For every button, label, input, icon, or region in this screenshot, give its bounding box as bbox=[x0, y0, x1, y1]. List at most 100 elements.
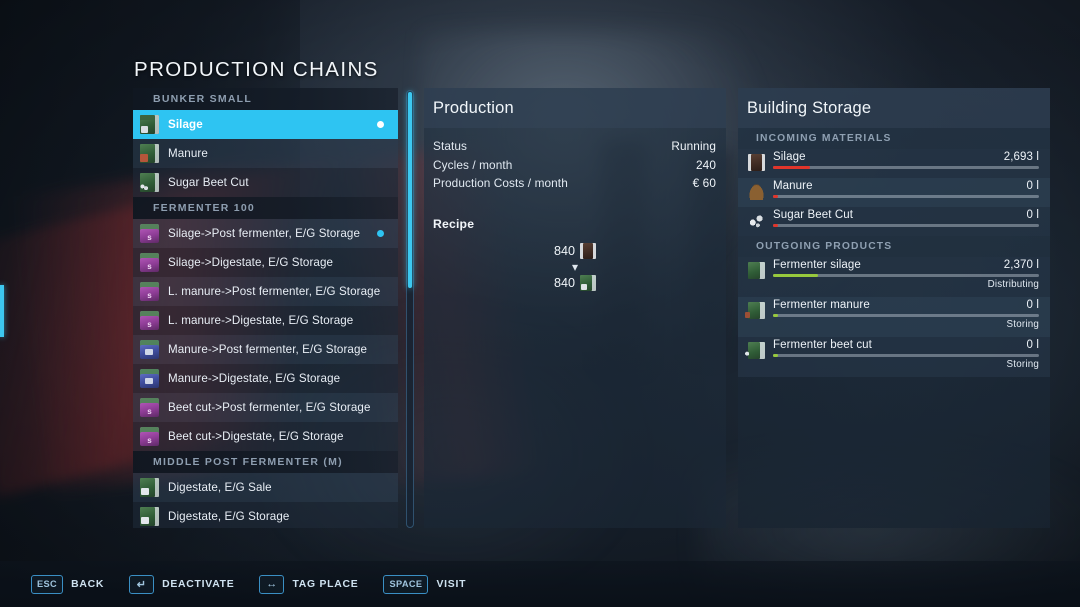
beet-storage-icon bbox=[748, 212, 765, 229]
storage-item: Silage2,693 l bbox=[738, 149, 1050, 178]
fermenter-silage-icon bbox=[140, 311, 159, 330]
list-item[interactable]: Beet cut->Digestate, E/G Storage bbox=[133, 422, 398, 451]
list-item[interactable]: Manure bbox=[133, 139, 398, 168]
list-item-label: Beet cut->Post fermenter, E/G Storage bbox=[168, 401, 371, 414]
storage-item-name: Sugar Beet Cut bbox=[773, 209, 853, 221]
production-stat-value: € 60 bbox=[693, 176, 716, 190]
fermenter-silage-icon bbox=[140, 253, 159, 272]
list-item-label: L. manure->Post fermenter, E/G Storage bbox=[168, 285, 380, 298]
storage-item: Fermenter silage2,370 lDistributing bbox=[738, 257, 1050, 297]
storage-fill-bar-value bbox=[773, 274, 818, 277]
recipe-heading: Recipe bbox=[433, 217, 726, 231]
list-item[interactable]: Digestate, E/G Sale bbox=[133, 473, 398, 502]
fermenter-manure-storage-icon bbox=[748, 302, 765, 319]
storage-item-amount: 0 l bbox=[1027, 299, 1039, 311]
storage-fill-bar bbox=[773, 314, 1039, 317]
list-item[interactable]: Silage->Digestate, E/G Storage bbox=[133, 248, 398, 277]
list-item-label: Silage bbox=[168, 118, 203, 131]
storage-item-body: Fermenter silage2,370 lDistributing bbox=[773, 257, 1039, 290]
storage-item-name: Silage bbox=[773, 151, 806, 163]
storage-item-header: Silage2,693 l bbox=[773, 151, 1039, 163]
key-hint[interactable]: SPACEVISIT bbox=[383, 575, 466, 594]
incoming-materials-header: INCOMING MATERIALS bbox=[738, 128, 1050, 149]
list-group-header: MIDDLE POST FERMENTER (M) bbox=[133, 451, 398, 473]
storage-item-name: Fermenter beet cut bbox=[773, 339, 872, 351]
list-item[interactable]: Silage bbox=[133, 110, 398, 139]
silage-storage-icon bbox=[748, 154, 765, 171]
key-hint-label: BACK bbox=[71, 579, 104, 590]
storage-item-status: Storing bbox=[773, 359, 1039, 370]
storage-item: Sugar Beet Cut 0 l bbox=[738, 207, 1050, 236]
storage-fill-bar bbox=[773, 166, 1039, 169]
list-group-header: BUNKER SMALL bbox=[133, 88, 398, 110]
key-cap: SPACE bbox=[383, 575, 428, 594]
list-item-label: Silage->Post fermenter, E/G Storage bbox=[168, 227, 360, 240]
storage-item-header: Sugar Beet Cut 0 l bbox=[773, 209, 1039, 221]
storage-fill-bar bbox=[773, 224, 1039, 227]
production-stats: StatusRunning Cycles / month240 Production… bbox=[424, 128, 726, 190]
fermenter-silage-icon bbox=[140, 282, 159, 301]
production-stat-row: Cycles / month240 bbox=[433, 158, 716, 172]
list-item-label: L. manure->Digestate, E/G Storage bbox=[168, 314, 353, 327]
production-stat-label: Production Costs / month bbox=[433, 176, 568, 190]
incoming-materials-list: Silage2,693 l Manure 0 l Sugar Beet Cut 0 l bbox=[738, 149, 1050, 236]
storage-fill-bar bbox=[773, 274, 1039, 277]
list-item[interactable]: Sugar Beet Cut bbox=[133, 168, 398, 197]
list-item-label: Manure->Digestate, E/G Storage bbox=[168, 372, 340, 385]
key-cap: ESC bbox=[31, 575, 63, 594]
storage-fill-bar-value bbox=[773, 354, 778, 357]
outgoing-products-list: Fermenter silage2,370 lDistributingFerme… bbox=[738, 257, 1050, 377]
production-stat-row: StatusRunning bbox=[433, 139, 716, 153]
list-item[interactable]: Manure->Digestate, E/G Storage bbox=[133, 364, 398, 393]
storage-item-amount: 0 l bbox=[1027, 339, 1039, 351]
list-item[interactable]: L. manure->Post fermenter, E/G Storage bbox=[133, 277, 398, 306]
digestate-icon bbox=[140, 507, 159, 526]
storage-item-amount: 0 l bbox=[1027, 209, 1039, 221]
list-item[interactable]: Silage->Post fermenter, E/G Storage bbox=[133, 219, 398, 248]
key-hint-label: DEACTIVATE bbox=[162, 579, 234, 590]
fermenter-silage-icon bbox=[140, 224, 159, 243]
storage-item-name: Fermenter silage bbox=[773, 259, 861, 271]
beet-bunker-icon bbox=[140, 173, 159, 192]
active-indicator-dot bbox=[377, 230, 384, 237]
storage-fill-bar bbox=[773, 195, 1039, 198]
recipe-output: 840 bbox=[554, 275, 596, 291]
storage-item-body: Fermenter beet cut 0 l Storing bbox=[773, 337, 1039, 370]
storage-item: Manure 0 l bbox=[738, 178, 1050, 207]
fermenter-silage-material-icon bbox=[580, 275, 596, 291]
storage-item-amount: 0 l bbox=[1027, 180, 1039, 192]
list-item[interactable]: Manure->Post fermenter, E/G Storage bbox=[133, 335, 398, 364]
outgoing-products-header: OUTGOING PRODUCTS bbox=[738, 236, 1050, 257]
list-item[interactable]: Beet cut->Post fermenter, E/G Storage bbox=[133, 393, 398, 422]
silage-material-icon bbox=[580, 243, 596, 259]
manure-storage-icon bbox=[748, 183, 765, 200]
fermenter-beet-icon bbox=[140, 398, 159, 417]
storage-item-name: Manure bbox=[773, 180, 813, 192]
key-hint[interactable]: ESC BACK bbox=[31, 575, 104, 594]
storage-item-status: Storing bbox=[773, 319, 1039, 330]
storage-fill-bar bbox=[773, 354, 1039, 357]
recipe-output-amount: 840 bbox=[554, 276, 575, 290]
storage-fill-bar-value bbox=[773, 166, 810, 169]
silage-bunker-icon bbox=[140, 115, 159, 134]
production-stat-value: Running bbox=[671, 139, 716, 153]
active-indicator-dot bbox=[377, 121, 384, 128]
key-cap: ↔ bbox=[259, 575, 284, 594]
list-scrollbar-thumb[interactable] bbox=[408, 92, 412, 288]
key-hint[interactable]: ↵DEACTIVATE bbox=[129, 575, 234, 594]
recipe-body: 840 ▾ 840 bbox=[424, 243, 726, 291]
list-item[interactable]: L. manure->Digestate, E/G Storage bbox=[133, 306, 398, 335]
production-stat-label: Cycles / month bbox=[433, 158, 512, 172]
list-item[interactable]: Digestate, E/G Storage bbox=[133, 502, 398, 528]
storage-item: Fermenter beet cut 0 l Storing bbox=[738, 337, 1050, 377]
list-item-label: Silage->Digestate, E/G Storage bbox=[168, 256, 333, 269]
production-panel-title: Production bbox=[433, 99, 514, 118]
production-panel: Production StatusRunning Cycles / month24… bbox=[424, 88, 726, 528]
list-scrollbar[interactable] bbox=[406, 90, 414, 528]
key-hint[interactable]: ↔TAG PLACE bbox=[259, 575, 358, 594]
digestate-icon bbox=[140, 478, 159, 497]
list-scroll-content: BUNKER SMALLSilageManureSugar Beet CutFE… bbox=[133, 88, 398, 528]
storage-item-amount: 2,370 l bbox=[1004, 259, 1039, 271]
storage-item-header: Fermenter manure0 l bbox=[773, 299, 1039, 311]
production-chain-list[interactable]: BUNKER SMALLSilageManureSugar Beet CutFE… bbox=[133, 88, 398, 528]
